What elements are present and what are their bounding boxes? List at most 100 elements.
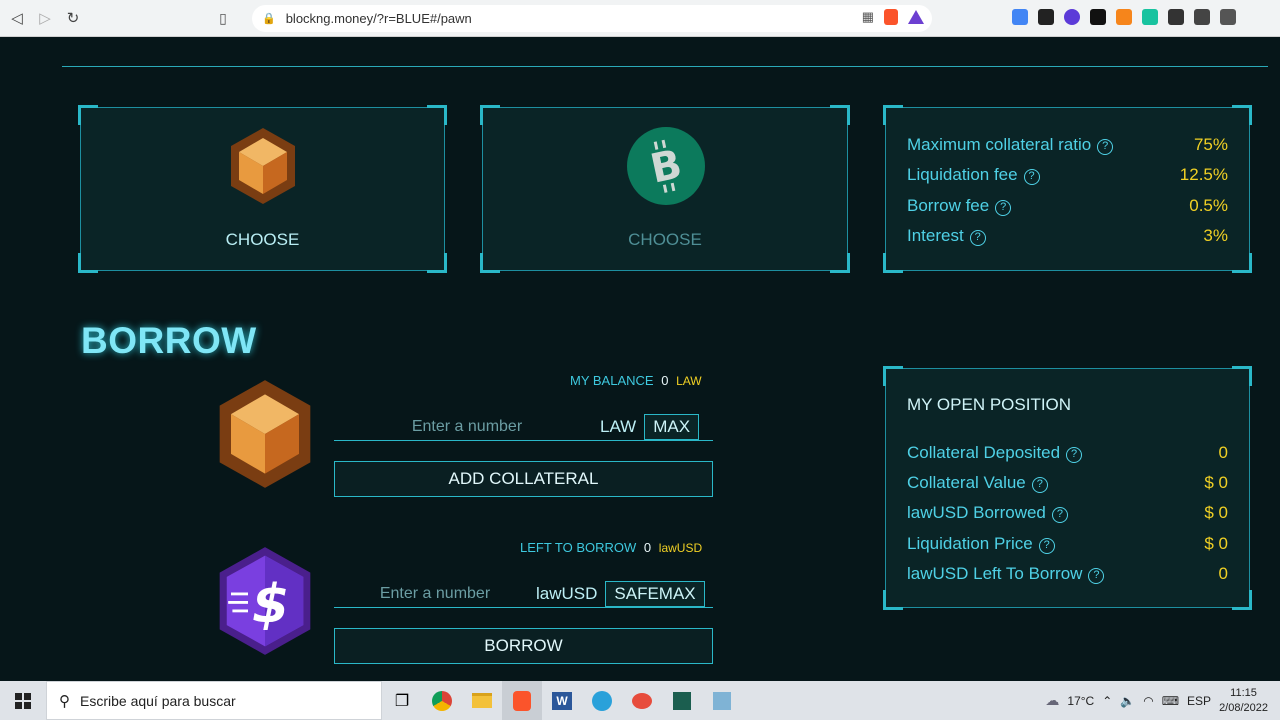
safemax-button[interactable]: SAFEMAX (605, 580, 705, 607)
telegram-icon[interactable] (582, 681, 622, 720)
extension-icon[interactable] (1038, 9, 1054, 25)
extension-icon[interactable] (1090, 9, 1106, 25)
taskbar: ⚲ Escribe aquí para buscar ❐ W ☁ 17°C ⌃ … (0, 681, 1280, 720)
param-value: 0.5% (1189, 196, 1228, 215)
brave-icon[interactable] (502, 681, 542, 720)
reload-icon[interactable]: ↻ (62, 7, 84, 29)
qr-icon[interactable]: ▦ (862, 9, 874, 25)
position-value: $ 0 (1204, 503, 1228, 522)
param-label: Borrow fee (907, 196, 990, 215)
position-value: $ 0 (1204, 473, 1228, 492)
svg-text:$: $ (252, 572, 289, 635)
help-icon[interactable]: ? (995, 200, 1012, 216)
forward-icon[interactable]: ▷ (34, 7, 56, 29)
balance-value: 0 (661, 373, 669, 388)
help-icon[interactable]: ? (1038, 538, 1055, 554)
param-row: Maximum collateral ratio? 75% (907, 135, 1228, 155)
clock-time: 11:15 (1230, 686, 1257, 699)
collateral-card-bch[interactable]: B CHOOSE (480, 105, 850, 273)
open-position-panel: MY OPEN POSITION Collateral Deposited? 0… (883, 366, 1252, 610)
extension-icon[interactable] (1142, 9, 1158, 25)
borrow-amount-input[interactable] (334, 584, 536, 603)
sidebar-icon[interactable] (1220, 9, 1236, 25)
collateral-amount-input[interactable] (334, 417, 600, 436)
bitcoin-cash-icon: B (627, 127, 705, 205)
borrow-button[interactable]: BORROW (334, 628, 713, 664)
chevron-up-icon[interactable]: ⌃ (1102, 694, 1112, 708)
puzzle-icon[interactable] (1168, 9, 1184, 25)
law-token-icon (231, 128, 295, 204)
position-label: Collateral Value (907, 473, 1026, 492)
word-icon[interactable]: W (542, 681, 582, 720)
clock[interactable]: 11:15 2/08/2022 (1219, 686, 1268, 716)
notes-icon[interactable] (702, 681, 742, 720)
max-button[interactable]: MAX (644, 413, 700, 440)
position-row: lawUSD Left To Borrow? 0 (907, 564, 1228, 584)
position-row: Collateral Value? $ 0 (907, 473, 1228, 493)
help-icon[interactable]: ? (1023, 169, 1040, 185)
search-icon: ⚲ (59, 692, 70, 710)
help-icon[interactable]: ? (1051, 507, 1068, 523)
help-icon[interactable]: ? (1031, 477, 1048, 493)
position-value: $ 0 (1204, 534, 1228, 553)
lawusd-token-icon: $ (219, 547, 311, 655)
keyboard-icon[interactable]: ⌨ (1162, 694, 1179, 708)
position-label: Liquidation Price (907, 534, 1033, 553)
browser-toolbar: ◁ ▷ ↻ ▯ 🔒 blockng.money/?r=BLUE#/pawn ▦ (0, 0, 1280, 37)
language-indicator[interactable]: ESP (1187, 694, 1211, 708)
address-bar[interactable]: 🔒 blockng.money/?r=BLUE#/pawn ▦ (252, 5, 932, 32)
app-page: CHOOSE B CHOOSE Maximum collateral ratio… (0, 37, 1280, 681)
windows-start-icon[interactable] (0, 681, 46, 720)
task-view-icon[interactable]: ❐ (382, 681, 422, 720)
open-position-title: MY OPEN POSITION (907, 395, 1072, 414)
brave-rewards-icon[interactable] (908, 10, 924, 24)
extension-icon[interactable] (1064, 9, 1080, 25)
add-collateral-button[interactable]: ADD COLLATERAL (334, 461, 713, 497)
collateral-input-row: LAW MAX (334, 413, 713, 441)
page-title: BORROW (81, 320, 257, 361)
paint-icon[interactable] (622, 681, 662, 720)
balance-unit: LAW (676, 374, 702, 388)
chrome-icon[interactable] (422, 681, 462, 720)
param-label: Interest (907, 226, 964, 245)
param-row: Borrow fee? 0.5% (907, 196, 1228, 216)
left-to-borrow-line: LEFT TO BORROW 0 lawUSD (520, 540, 702, 555)
brave-shield-icon[interactable] (884, 9, 898, 25)
playlist-icon[interactable] (1194, 9, 1210, 25)
help-icon[interactable]: ? (1088, 568, 1105, 584)
url-text: blockng.money/?r=BLUE#/pawn (285, 11, 472, 26)
balance-label: MY BALANCE (570, 373, 654, 388)
volume-icon[interactable]: 🔈 (1120, 694, 1135, 708)
app-icon[interactable] (662, 681, 702, 720)
help-icon[interactable]: ? (1097, 139, 1114, 155)
left-to-borrow-unit: lawUSD (658, 541, 703, 555)
taskbar-search[interactable]: ⚲ Escribe aquí para buscar (46, 681, 382, 720)
clock-date: 2/08/2022 (1219, 701, 1268, 714)
collateral-card-law[interactable]: CHOOSE (78, 105, 447, 273)
loan-parameters-panel: Maximum collateral ratio? 75% Liquidatio… (883, 105, 1252, 273)
translate-extension-icon[interactable] (1012, 9, 1028, 25)
file-explorer-icon[interactable] (462, 681, 502, 720)
wifi-icon[interactable]: ◠ (1143, 694, 1153, 708)
left-to-borrow-value: 0 (643, 540, 652, 555)
bookmark-icon[interactable]: ▯ (214, 10, 232, 27)
position-label: lawUSD Borrowed (907, 503, 1046, 522)
position-value: 0 (1218, 443, 1228, 462)
back-icon[interactable]: ◁ (6, 7, 28, 29)
metamask-icon[interactable] (1116, 9, 1132, 25)
param-value: 75% (1193, 135, 1228, 154)
system-tray: ☁ 17°C ⌃ 🔈 ◠ ⌨ ESP 11:15 2/08/2022 (1045, 681, 1280, 720)
weather-icon[interactable]: ☁ (1045, 692, 1059, 709)
left-to-borrow-label: LEFT TO BORROW (520, 540, 637, 555)
lock-icon: 🔒 (262, 13, 276, 25)
weather-temp[interactable]: 17°C (1067, 694, 1094, 708)
choose-collateral-label: CHOOSE (628, 230, 702, 249)
position-row: Collateral Deposited? 0 (907, 443, 1228, 463)
position-label: lawUSD Left To Borrow (907, 564, 1083, 583)
borrow-unit: lawUSD (536, 583, 598, 603)
collateral-unit: LAW (600, 416, 637, 436)
help-icon[interactable]: ? (969, 230, 986, 246)
help-icon[interactable]: ? (1066, 447, 1083, 463)
choose-collateral-label: CHOOSE (225, 230, 300, 249)
search-placeholder: Escribe aquí para buscar (80, 692, 236, 709)
